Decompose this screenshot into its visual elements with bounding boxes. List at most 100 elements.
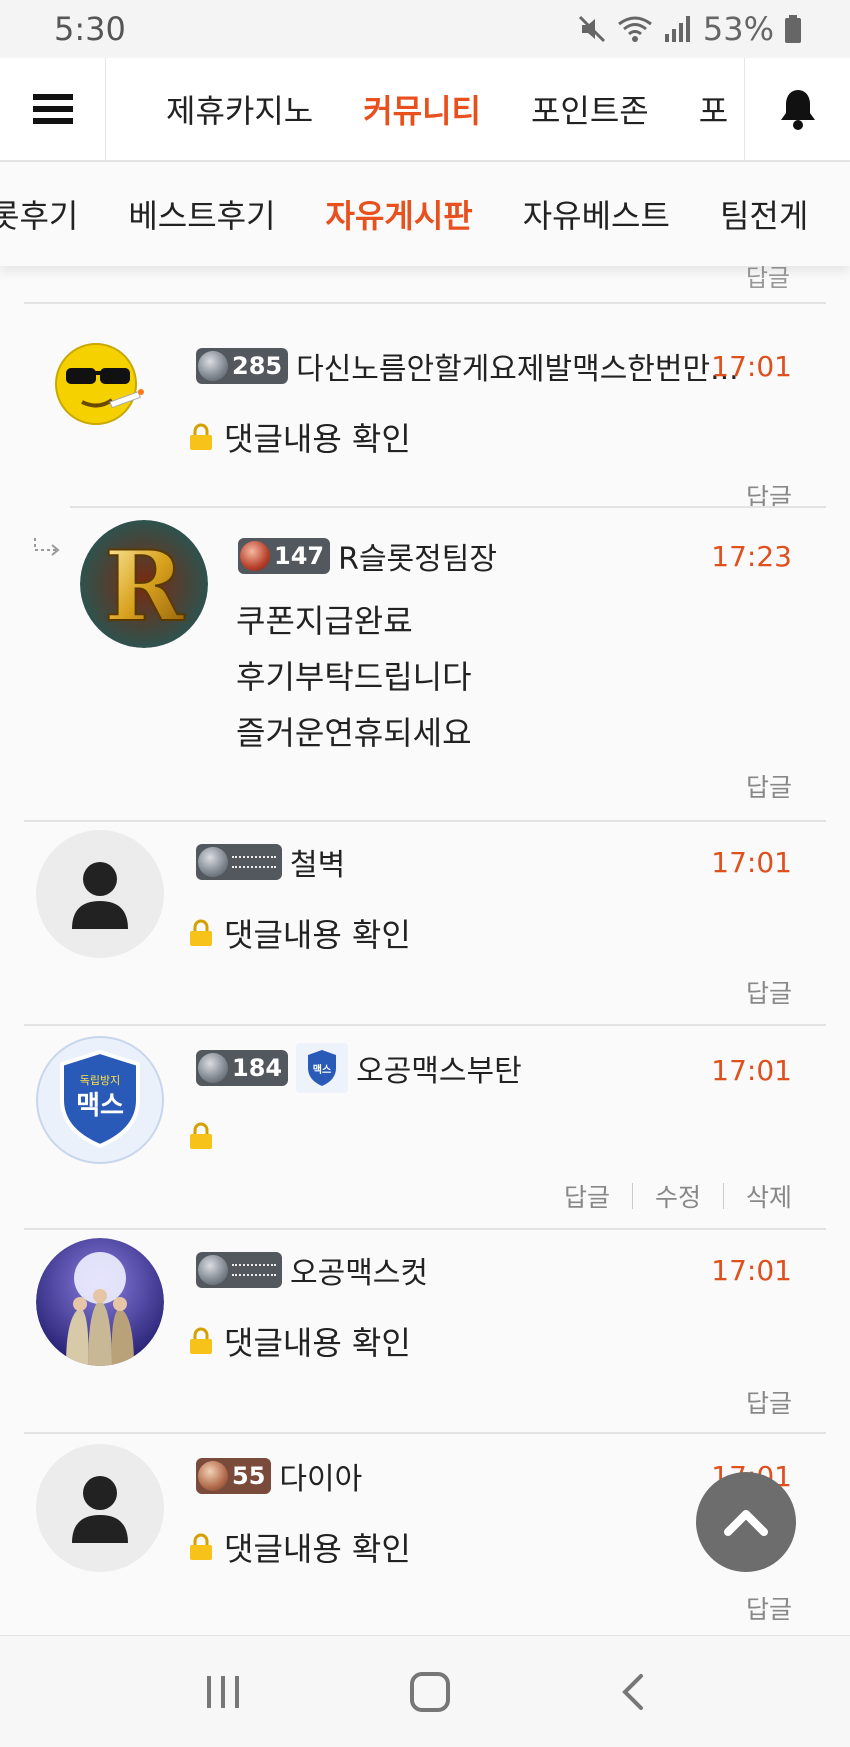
tab-next-partial[interactable]: 포: [699, 86, 728, 132]
tab-point-zone[interactable]: 포인트존: [531, 86, 649, 132]
default-user-icon: [72, 1476, 128, 1543]
level-badge: 55: [196, 1458, 272, 1494]
comment-header: 철벽: [196, 840, 345, 884]
scroll-to-top-button[interactable]: [696, 1472, 796, 1572]
subtab-team-board[interactable]: 팀전게: [720, 191, 808, 237]
edit-button[interactable]: 수정: [655, 1178, 701, 1214]
recent-apps-icon[interactable]: [203, 1672, 243, 1712]
comment-actions: 답글: [746, 478, 792, 514]
wifi-icon: [617, 16, 652, 42]
tab-partner-casino[interactable]: 제휴카지노: [166, 86, 313, 132]
lock-icon: [190, 1533, 212, 1560]
gem-icon: [198, 1255, 228, 1285]
comment-text-line[interactable]: 쿠폰지급완료: [236, 596, 413, 642]
comment-time: 17:23: [711, 540, 792, 573]
comment-time: 17:01: [711, 1254, 792, 1287]
subtab-free-board[interactable]: 자유게시판: [326, 191, 473, 237]
battery-icon: [785, 15, 801, 43]
reply-button[interactable]: 답글: [746, 478, 792, 514]
comment-actions: 답글: [746, 974, 792, 1010]
comment-actions: 답글 수정 삭제: [564, 1178, 792, 1214]
user-name[interactable]: 다이아: [279, 1454, 362, 1498]
reply-button[interactable]: 답글: [746, 768, 792, 804]
comment-actions: 답글: [746, 1590, 792, 1626]
comment-body: [188, 1122, 214, 1150]
user-name[interactable]: 철벽: [290, 840, 345, 884]
notification-button[interactable]: [744, 58, 850, 160]
comment-time: 17:01: [711, 1054, 792, 1087]
comment-header: 55 다이아: [196, 1454, 362, 1498]
level-badge: [196, 844, 282, 880]
comment-text[interactable]: 댓글내용 확인: [224, 1318, 411, 1364]
hamburger-menu-button[interactable]: [0, 58, 106, 160]
divider: [70, 506, 826, 508]
moon-figures-icon: [36, 1238, 164, 1366]
user-name[interactable]: 다신노름안할게요제발맥스한번만...: [296, 344, 739, 388]
lock-icon: [190, 919, 212, 946]
lock-icon: [190, 423, 212, 450]
chevron-up-icon: [724, 1510, 768, 1536]
reply-button[interactable]: 답글: [564, 1178, 610, 1214]
avatar: [52, 338, 152, 438]
back-icon[interactable]: [617, 1670, 647, 1714]
home-icon[interactable]: [408, 1670, 452, 1714]
level-badge: 147: [238, 538, 331, 574]
subtab-slot-review[interactable]: 롯후기: [0, 191, 78, 237]
divider: [24, 820, 826, 822]
sunglasses-smiley-icon: [55, 343, 144, 425]
svg-text:맥스: 맥스: [313, 1063, 331, 1076]
level-badge: [196, 1252, 282, 1288]
gem-icon: [198, 1053, 228, 1083]
user-name[interactable]: R슬롯정팀장: [338, 534, 497, 578]
svg-text:맥스: 맥스: [76, 1091, 124, 1121]
max-badge-icon: 맥스: [296, 1043, 349, 1093]
comment-text-line[interactable]: 즐거운연휴되세요: [236, 708, 472, 754]
system-nav-bar: [0, 1635, 850, 1747]
subtab-free-best[interactable]: 자유베스트: [523, 191, 670, 237]
comment-text-line[interactable]: 후기부탁드립니다: [236, 652, 472, 698]
comment-list: 답글 285 다신노름안할게요제발맥스한번만... 17:01 댓글내용 확인 …: [0, 230, 850, 1635]
comment-actions: 답글: [746, 1384, 792, 1420]
sub-nav: 롯후기 베스트후기 자유게시판 자유베스트 팀전게: [0, 162, 850, 266]
r-logo-icon: R: [80, 520, 208, 648]
comment-actions: 답글: [746, 768, 792, 804]
max-shield-icon: 독립방지 맥스: [60, 1049, 140, 1149]
status-icons: 53%: [577, 10, 802, 48]
comment-body: 댓글내용 확인: [188, 910, 411, 956]
sub-tabs: 롯후기 베스트후기 자유게시판 자유베스트 팀전게: [0, 191, 850, 237]
gem-icon: [198, 847, 228, 877]
signal-icon: [664, 16, 690, 42]
comment-body: 댓글내용 확인: [188, 1524, 411, 1570]
comment-time: 17:01: [711, 846, 792, 879]
svg-text:R: R: [104, 530, 185, 643]
reply-button[interactable]: 답글: [746, 974, 792, 1010]
subtab-best-review[interactable]: 베스트후기: [128, 191, 275, 237]
gem-icon: [198, 351, 228, 381]
divider: [24, 1228, 826, 1230]
avatar: R: [80, 520, 208, 648]
comment-text[interactable]: 댓글내용 확인: [224, 414, 411, 460]
comment-text[interactable]: 댓글내용 확인: [224, 1524, 411, 1570]
reply-button[interactable]: 답글: [746, 1590, 792, 1626]
status-time: 5:30: [54, 10, 126, 48]
status-bar: 5:30 53%: [0, 0, 850, 58]
user-name[interactable]: 오공맥스부탄: [356, 1046, 522, 1090]
avatar: [36, 1238, 164, 1366]
delete-button[interactable]: 삭제: [746, 1178, 792, 1214]
default-user-icon: [72, 862, 128, 929]
tab-community[interactable]: 커뮤니티: [363, 86, 481, 132]
avatar: 독립방지 맥스: [36, 1036, 164, 1164]
divider: [24, 1024, 826, 1026]
gem-icon: [198, 1461, 228, 1491]
gem-icon: [240, 541, 270, 571]
top-tabs: 제휴카지노 커뮤니티 포인트존 포: [106, 58, 744, 160]
comment-text[interactable]: 댓글내용 확인: [224, 910, 411, 956]
separator: [631, 1183, 633, 1209]
hamburger-icon: [32, 94, 73, 124]
reply-button[interactable]: 답글: [746, 1384, 792, 1420]
comment-header: 285 다신노름안할게요제발맥스한번만...: [196, 344, 739, 388]
user-name[interactable]: 오공맥스컷: [290, 1248, 428, 1292]
lock-icon: [190, 1327, 212, 1354]
comment-header: 오공맥스컷: [196, 1248, 428, 1292]
comment-body: 댓글내용 확인: [188, 414, 411, 460]
